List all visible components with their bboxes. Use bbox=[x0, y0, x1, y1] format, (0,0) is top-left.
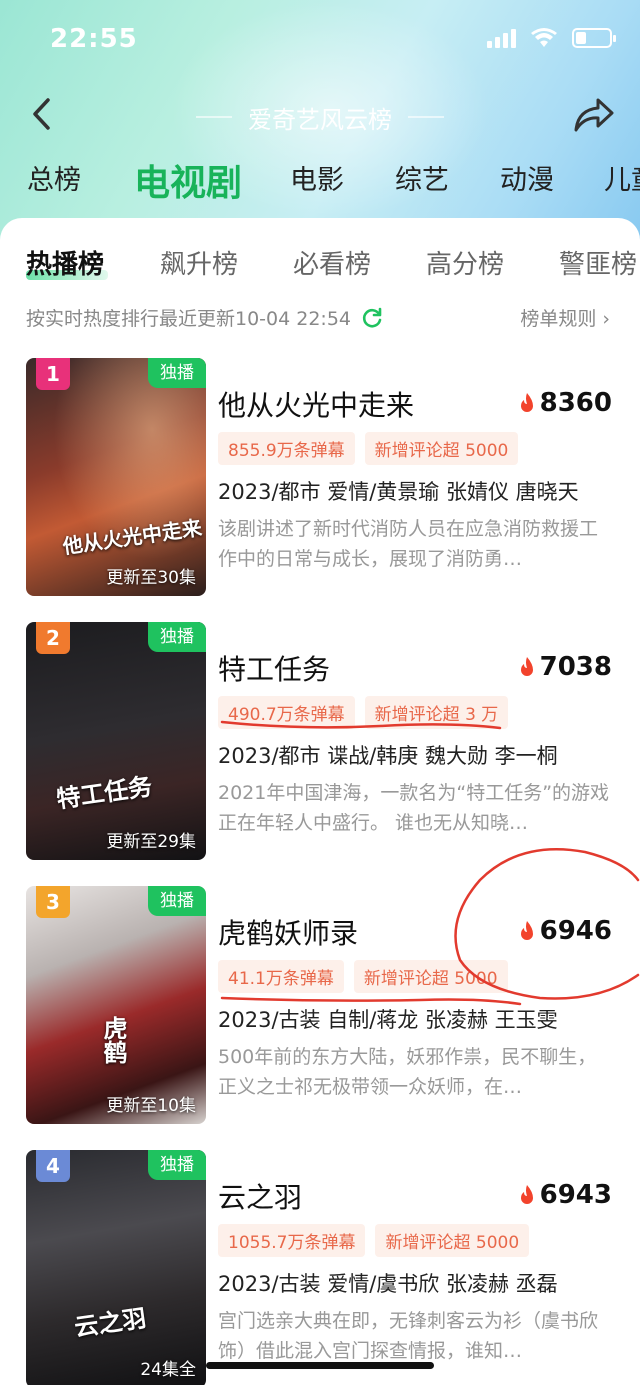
status-time: 22:55 bbox=[50, 24, 138, 54]
show-title[interactable]: 虎鹤妖师录 bbox=[218, 912, 358, 952]
show-meta: 2023/古装 自制/蒋龙 张凌赫 王玉雯 bbox=[218, 1008, 558, 1032]
show-title[interactable]: 云之羽 bbox=[218, 1176, 302, 1216]
list-item[interactable]: 3 独播 虎鹤 更新至10集 虎鹤妖师录 6946 41.1万条弹幕 新增评论超… bbox=[0, 886, 640, 1126]
poster-image[interactable]: 1 独播 他从火光中走来 更新至30集 bbox=[26, 358, 206, 596]
show-meta: 2023/都市 爱情/黄景瑜 张婧仪 唐晓天 bbox=[218, 480, 579, 504]
tag-list: 41.1万条弹幕 新增评论超 5000 bbox=[218, 960, 508, 993]
update-text: 按实时热度排行最近更新10-04 22:54 bbox=[26, 308, 352, 330]
show-title[interactable]: 特工任务 bbox=[218, 648, 330, 688]
episode-label: 更新至10集 bbox=[106, 1096, 196, 1116]
flame-icon bbox=[520, 393, 533, 412]
tab-movies[interactable]: 电影 bbox=[290, 158, 344, 197]
share-icon[interactable] bbox=[572, 96, 616, 134]
subtab-must-watch[interactable]: 必看榜 bbox=[293, 244, 371, 281]
tag-comments: 新增评论超 5000 bbox=[353, 960, 508, 993]
rank-badge: 1 bbox=[36, 358, 70, 390]
page-title: 爱奇艺风云榜 bbox=[248, 106, 392, 134]
tab-kids[interactable]: 儿童 bbox=[604, 158, 640, 197]
episode-label: 更新至29集 bbox=[106, 832, 196, 852]
poster-title: 云之羽 bbox=[72, 1303, 148, 1342]
list-item[interactable]: 4 独播 云之羽 24集全 云之羽 6943 1055.7万条弹幕 新增评论超 … bbox=[0, 1150, 640, 1385]
exclusive-badge: 独播 bbox=[148, 622, 206, 652]
exclusive-badge: 独播 bbox=[148, 358, 206, 388]
tag-list: 490.7万条弹幕 新增评论超 3 万 bbox=[218, 696, 509, 729]
poster-image[interactable]: 2 独播 特工任务 更新至29集 bbox=[26, 622, 206, 860]
tab-tv-series[interactable]: 电视剧 bbox=[134, 154, 242, 206]
tag-danmaku: 490.7万条弹幕 bbox=[218, 696, 355, 729]
tab-anime[interactable]: 动漫 bbox=[500, 158, 554, 197]
sub-tabs: 热播榜 飙升榜 必看榜 高分榜 警匪榜 bbox=[0, 244, 640, 284]
home-indicator bbox=[206, 1362, 434, 1369]
rank-badge: 2 bbox=[36, 622, 70, 654]
flame-icon bbox=[520, 657, 533, 676]
show-meta: 2023/古装 爱情/虞书欣 张凌赫 丞磊 bbox=[218, 1272, 558, 1296]
heat-score: 6943 bbox=[518, 1180, 612, 1210]
heat-score: 6946 bbox=[518, 916, 612, 946]
heat-value: 8360 bbox=[539, 388, 612, 418]
status-icons bbox=[487, 28, 616, 48]
show-meta: 2023/都市 谍战/韩庚 魏大勋 李一桐 bbox=[218, 744, 558, 768]
heat-score: 7038 bbox=[518, 652, 612, 682]
flame-icon bbox=[520, 921, 533, 940]
episode-label: 24集全 bbox=[140, 1360, 196, 1380]
episode-label: 更新至30集 bbox=[106, 568, 196, 588]
tag-comments: 新增评论超 3 万 bbox=[364, 696, 509, 729]
tab-variety[interactable]: 综艺 bbox=[395, 158, 449, 197]
heat-value: 6946 bbox=[539, 916, 612, 946]
heat-value: 6943 bbox=[539, 1180, 612, 1210]
rank-badge: 3 bbox=[36, 886, 70, 918]
tag-danmaku: 41.1万条弹幕 bbox=[218, 960, 344, 993]
tag-danmaku: 855.9万条弹幕 bbox=[218, 432, 355, 465]
refresh-icon[interactable] bbox=[361, 307, 383, 329]
category-tabs: 总榜 电视剧 电影 综艺 动漫 儿童 bbox=[0, 150, 640, 206]
title-divider-right bbox=[408, 116, 444, 118]
subtab-hot[interactable]: 热播榜 bbox=[26, 244, 104, 281]
tab-overall[interactable]: 总榜 bbox=[27, 158, 81, 197]
show-description: 2021年中国津海，一款名为“特工任务”的游戏正在年轻人中盛行。 谁也无从知晓… bbox=[218, 782, 610, 834]
tag-comments: 新增评论超 5000 bbox=[364, 432, 519, 465]
rank-badge: 4 bbox=[36, 1150, 70, 1182]
poster-title: 特工任务 bbox=[54, 771, 154, 814]
flame-icon bbox=[520, 1185, 533, 1204]
show-title[interactable]: 他从火光中走来 bbox=[218, 384, 414, 424]
show-description: 500年前的东方大陆，妖邪作祟，民不聊生，正义之士祁无极带领一众妖师，在… bbox=[218, 1046, 597, 1098]
wifi-icon bbox=[531, 28, 557, 47]
subtab-crime[interactable]: 警匪榜 bbox=[559, 244, 637, 281]
subtab-high-score[interactable]: 高分榜 bbox=[426, 244, 504, 281]
tag-danmaku: 1055.7万条弹幕 bbox=[218, 1224, 366, 1257]
heat-value: 7038 bbox=[539, 652, 612, 682]
tag-list: 855.9万条弹幕 新增评论超 5000 bbox=[218, 432, 519, 465]
poster-image[interactable]: 4 独播 云之羽 24集全 bbox=[26, 1150, 206, 1385]
subtab-rising[interactable]: 飙升榜 bbox=[160, 244, 238, 281]
ranking-rules-link[interactable]: 榜单规则 › bbox=[520, 304, 610, 331]
tag-list: 1055.7万条弹幕 新增评论超 5000 bbox=[218, 1224, 530, 1257]
tag-comments: 新增评论超 5000 bbox=[375, 1224, 530, 1257]
list-item[interactable]: 1 独播 他从火光中走来 更新至30集 他从火光中走来 8360 855.9万条… bbox=[0, 358, 640, 598]
exclusive-badge: 独播 bbox=[148, 886, 206, 916]
exclusive-badge: 独播 bbox=[148, 1150, 206, 1180]
battery-icon bbox=[572, 28, 616, 48]
poster-title: 虎鹤 bbox=[99, 1016, 128, 1064]
signal-icon bbox=[487, 28, 516, 48]
heat-score: 8360 bbox=[518, 388, 612, 418]
show-description: 宫门选亲大典在即，无锋刺客云为衫（虞书欣饰）借此混入宫门探查情报，谁知… bbox=[218, 1310, 599, 1362]
poster-image[interactable]: 3 独播 虎鹤 更新至10集 bbox=[26, 886, 206, 1124]
list-item[interactable]: 2 独播 特工任务 更新至29集 特工任务 7038 490.7万条弹幕 新增评… bbox=[0, 622, 640, 862]
update-info: 按实时热度排行最近更新10-04 22:54 bbox=[26, 304, 383, 331]
show-description: 该剧讲述了新时代消防人员在应急消防救援工作中的日常与成长，展现了消防勇… bbox=[218, 518, 599, 570]
